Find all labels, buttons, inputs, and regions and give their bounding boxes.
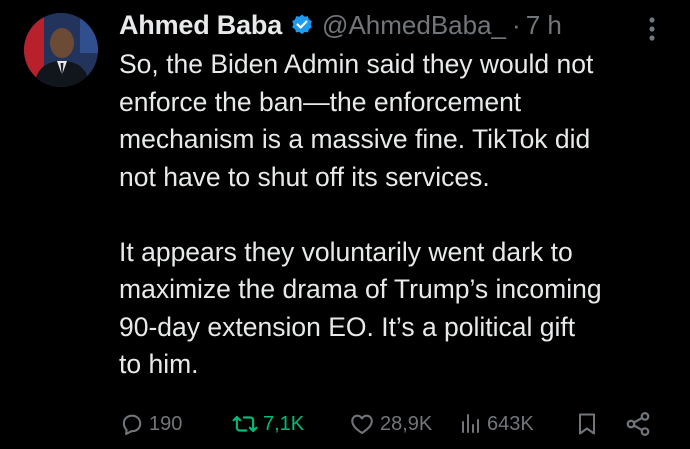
tweet-header: Ahmed Baba @AhmedBaba_ · 7 h <box>119 5 562 45</box>
reply-icon <box>122 414 142 435</box>
reply-button[interactable]: 190 <box>119 404 182 444</box>
views-button[interactable]: 643K <box>459 404 534 444</box>
timestamp[interactable]: 7 h <box>526 10 562 41</box>
share-icon <box>626 412 650 436</box>
repost-count: 7,1K <box>263 412 305 435</box>
bookmark-button[interactable] <box>575 404 599 444</box>
tweet-paragraph: It appears they voluntarily went dark to… <box>119 236 602 380</box>
like-count: 28,9K <box>380 412 433 435</box>
tweet: Ahmed Baba @AhmedBaba_ · 7 h So, the Bid… <box>0 0 690 449</box>
repost-button[interactable]: 7,1K <box>231 404 304 444</box>
heart-icon <box>351 414 373 435</box>
views-icon <box>462 414 479 433</box>
avatar[interactable] <box>24 13 98 87</box>
author-handle[interactable]: @AhmedBaba_ <box>322 10 506 41</box>
more-vertical-icon[interactable] <box>645 14 659 44</box>
tweet-paragraph: So, the Biden Admin said they would not … <box>119 49 594 192</box>
verified-badge-icon <box>290 13 314 37</box>
action-bar: 190 7,1K 28,9K 643K <box>119 404 679 444</box>
repost-icon <box>232 415 258 433</box>
views-count: 643K <box>487 412 534 435</box>
reply-count: 190 <box>149 412 183 435</box>
separator-dot: · <box>512 9 521 40</box>
bookmark-icon <box>579 413 595 435</box>
like-button[interactable]: 28,9K <box>348 404 432 444</box>
tweet-text: So, the Biden Admin said they would not … <box>119 46 679 384</box>
share-button[interactable] <box>624 404 652 444</box>
author-name[interactable]: Ahmed Baba <box>119 10 282 41</box>
